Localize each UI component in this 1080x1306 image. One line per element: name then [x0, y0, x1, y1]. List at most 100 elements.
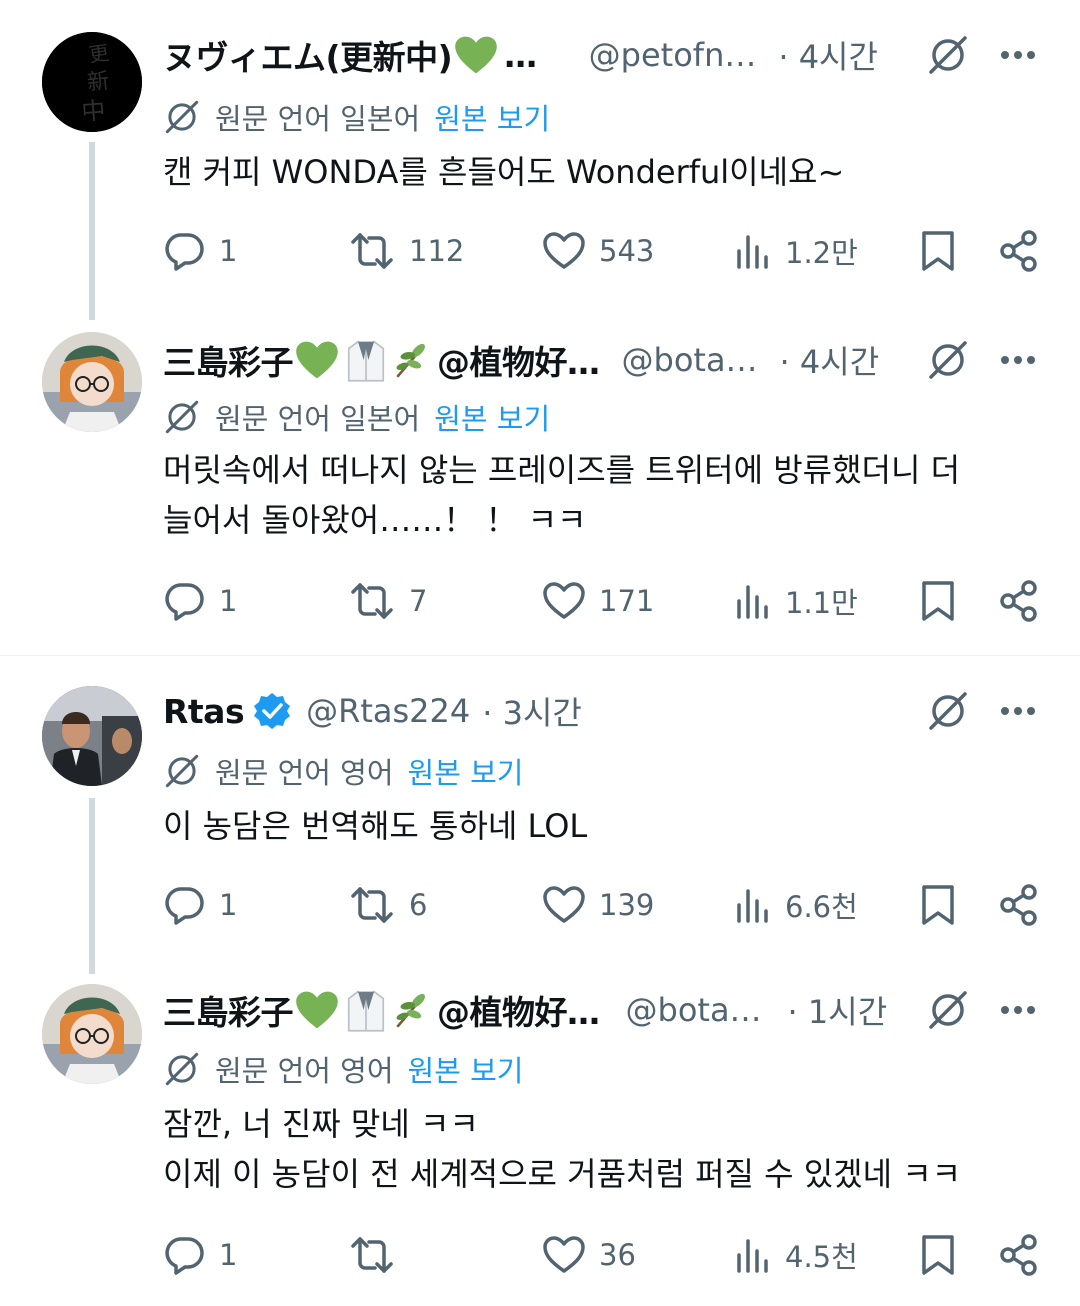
display-name[interactable]: ヌヴィエム(更新中): [163, 31, 453, 79]
views-icon: [737, 1239, 768, 1273]
handle[interactable]: @bota…: [622, 341, 758, 379]
bookmark-icon: [922, 1235, 954, 1275]
name-suffix: @植物好…: [437, 343, 600, 382]
avatar[interactable]: 更 新 中: [42, 32, 142, 132]
handle[interactable]: @petofn…: [589, 36, 757, 74]
display-name[interactable]: Rtas: [163, 692, 245, 731]
reply-count: 1: [219, 888, 238, 922]
share-button[interactable]: [999, 576, 1053, 626]
handle[interactable]: @Rtas224: [306, 692, 470, 730]
reply-thread: 更 新 中 ヌヴィエム(更新中) … @petofn… · 4시간 원문 언어 …: [0, 0, 1080, 1306]
views-count: 6.6천: [785, 890, 858, 924]
reply-icon: [165, 887, 204, 925]
bookmark-button[interactable]: [921, 880, 969, 930]
name-suffix: @植物好…: [437, 993, 600, 1032]
more-icon[interactable]: [996, 689, 1040, 733]
retweet-button[interactable]: 112: [349, 226, 464, 276]
reply-icon: [165, 1237, 204, 1275]
name-ellipsis: …: [504, 35, 537, 75]
timestamp[interactable]: · 4시간: [778, 32, 878, 78]
lab-coat-icon: [347, 990, 385, 1032]
retweet-button[interactable]: [349, 1230, 409, 1280]
svg-text:新: 新: [86, 69, 111, 96]
svg-text:更: 更: [87, 40, 110, 67]
like-count: 171: [599, 584, 655, 618]
tweet-4[interactable]: 三島彩子 @植物好… @bota… · 1시간 원문 언어 영어 원본 보기 잠…: [0, 981, 1080, 1306]
tweet-text-line: 잠깐, 너 진짜 맞네 ㅋㅋ: [163, 1105, 479, 1143]
reply-button[interactable]: 1: [163, 1230, 237, 1280]
more-icon[interactable]: [996, 338, 1040, 382]
timestamp[interactable]: · 4시간: [780, 337, 880, 383]
share-button[interactable]: [999, 880, 1053, 930]
avatar[interactable]: [42, 332, 142, 432]
lab-coat-icon: [347, 340, 385, 382]
views-button[interactable]: 1.2만: [735, 226, 858, 276]
translate-off-icon: [165, 754, 199, 788]
reply-icon: [165, 583, 204, 621]
views-count: 1.1만: [785, 586, 858, 620]
views-button[interactable]: 4.5천: [735, 1230, 858, 1280]
show-original-link[interactable]: 원본 보기: [408, 1048, 524, 1090]
bookmark-button[interactable]: [921, 1230, 969, 1280]
reply-button[interactable]: 1: [163, 576, 237, 626]
like-button[interactable]: 139: [543, 880, 654, 930]
action-bar: 1 112 543 1.2만: [163, 226, 1043, 276]
bookmark-button[interactable]: [921, 226, 969, 276]
translate-off-icon[interactable]: [926, 689, 970, 733]
translate-off-icon: [165, 400, 199, 434]
views-icon: [737, 235, 768, 269]
translate-off-icon[interactable]: [926, 988, 970, 1032]
like-icon: [543, 1236, 585, 1273]
reply-button[interactable]: 1: [163, 226, 237, 276]
views-button[interactable]: 1.1만: [735, 576, 858, 626]
share-icon: [1000, 1234, 1037, 1276]
like-count: 543: [599, 234, 655, 268]
tweet-text-line: 이제 이 농담이 전 세계적으로 거품처럼 퍼질 수 있겠네 ㅋㅋ: [163, 1155, 962, 1193]
share-button[interactable]: [999, 1230, 1053, 1280]
translation-info: 원문 언어 영어: [215, 756, 394, 790]
translate-off-icon[interactable]: [926, 33, 970, 77]
share-button[interactable]: [999, 226, 1053, 276]
svg-text:中: 中: [80, 96, 106, 126]
tweet-1[interactable]: 更 新 中 ヌヴィエム(更新中) … @petofn… · 4시간 원문 언어 …: [0, 0, 1080, 330]
tweet-2[interactable]: 三島彩子 @植物好… @bota… · 4시간 원문 언어 일본어 원본 보기 …: [0, 330, 1080, 655]
more-icon[interactable]: [996, 33, 1040, 77]
retweet-icon: [351, 583, 393, 619]
timestamp[interactable]: · 1시간: [788, 987, 888, 1033]
retweet-icon: [351, 233, 393, 269]
timestamp[interactable]: · 3시간: [482, 688, 582, 734]
tweet-text: 이 농담은 번역해도 통하네 LOL: [163, 801, 1040, 851]
translate-off-icon[interactable]: [926, 338, 970, 382]
handle[interactable]: @bota…: [626, 991, 762, 1029]
verified-badge-icon: [254, 693, 291, 729]
retweet-button[interactable]: 7: [349, 576, 427, 626]
reply-count: 1: [219, 234, 238, 268]
like-button[interactable]: 543: [543, 226, 654, 276]
show-original-link[interactable]: 원본 보기: [434, 396, 550, 438]
share-icon: [1000, 884, 1037, 926]
tweet-text: 머릿속에서 떠나지 않는 프레이즈를 트위터에 방류했더니 더 늘어서 돌아왔어…: [163, 445, 1040, 545]
show-original-link[interactable]: 원본 보기: [408, 750, 524, 792]
views-button[interactable]: 6.6천: [735, 880, 858, 930]
translate-off-icon: [165, 100, 199, 134]
reply-icon: [165, 233, 204, 271]
herb-icon: [396, 993, 425, 1028]
tweet-3[interactable]: Rtas @Rtas224 · 3시간 원문 언어 영어 원본 보기 이 농담은…: [0, 656, 1080, 981]
tweet-text-line: 캔 커피 WONDA를 흔들어도 Wonderful이네요~: [163, 153, 845, 191]
display-name[interactable]: 三島彩子: [163, 986, 294, 1034]
display-name[interactable]: 三島彩子: [163, 336, 294, 384]
show-original-link[interactable]: 원본 보기: [434, 96, 550, 138]
translation-info: 원문 언어 일본어: [215, 102, 421, 136]
more-icon[interactable]: [996, 988, 1040, 1032]
tweet-text-line: 머릿속에서 떠나지 않는 프레이즈를 트위터에 방류했더니 더: [163, 451, 961, 489]
avatar[interactable]: [42, 686, 142, 786]
reply-button[interactable]: 1: [163, 880, 237, 930]
like-button[interactable]: 171: [543, 576, 654, 626]
avatar[interactable]: [42, 984, 142, 1084]
like-button[interactable]: 36: [543, 1230, 636, 1280]
retweet-icon: [351, 887, 393, 923]
bookmark-button[interactable]: [921, 576, 969, 626]
reply-count: 1: [219, 584, 238, 618]
retweet-button[interactable]: 6: [349, 880, 427, 930]
translation-info: 원문 언어 영어: [215, 1054, 394, 1088]
